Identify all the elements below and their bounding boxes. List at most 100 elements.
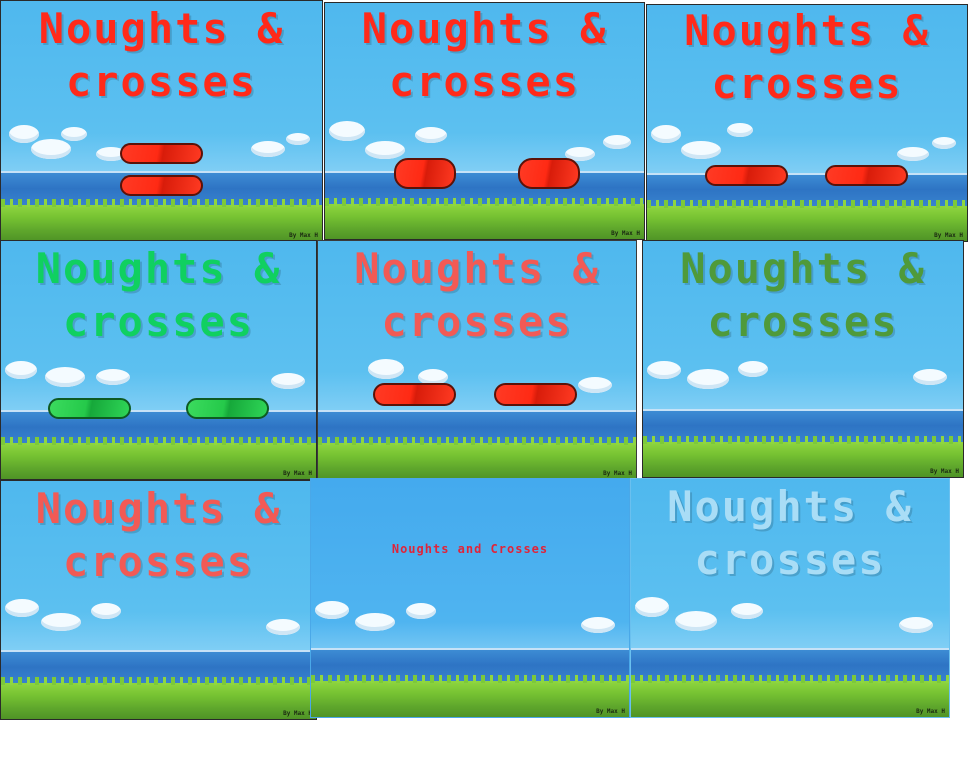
game-title: Noughts & crosses (318, 243, 636, 348)
game-title: Noughts & crosses (325, 3, 644, 108)
game-title: Noughts & crosses (643, 243, 963, 348)
menu-button-right[interactable] (186, 398, 269, 419)
cloud-icon (932, 137, 956, 149)
title-line-1: Noughts & (667, 482, 913, 531)
game-title: Noughts & crosses (1, 3, 322, 108)
title-line-1: Noughts & (35, 484, 282, 533)
title-line-1: Noughts & (354, 244, 600, 293)
cloud-icon (96, 369, 130, 385)
clouds (631, 593, 949, 653)
cloud-icon (897, 147, 929, 161)
cloud-icon (61, 127, 87, 141)
clouds (318, 355, 636, 415)
title-line-1: Noughts & (35, 244, 282, 293)
cloud-icon (271, 373, 305, 389)
clouds (643, 355, 963, 415)
cloud-icon (266, 619, 300, 635)
cloud-icon (406, 603, 436, 619)
cloud-icon (681, 141, 721, 159)
cloud-icon (675, 611, 717, 631)
cloud-icon (578, 377, 612, 393)
cloud-icon (355, 613, 395, 631)
title-screen-panel-7: Noughts & crosses By Max H (0, 480, 317, 720)
cloud-icon (651, 125, 681, 143)
title-screen-panel-2: Noughts & crosses By Max H (324, 2, 645, 240)
cloud-icon (365, 141, 405, 159)
cloud-icon (738, 361, 768, 377)
menu-button-right[interactable] (518, 158, 580, 189)
game-title: Noughts & crosses (1, 243, 316, 348)
game-title: Noughts and Crosses (391, 542, 549, 556)
cloud-icon (315, 601, 349, 619)
cloud-icon (899, 617, 933, 633)
clouds (325, 117, 644, 177)
cloud-icon (45, 367, 85, 387)
title-line-2: crosses (62, 296, 254, 346)
cloud-icon (31, 139, 71, 159)
title-line-2: crosses (388, 56, 580, 106)
cloud-icon (635, 597, 669, 617)
grass (318, 437, 636, 479)
clouds (1, 593, 316, 653)
cloud-icon (329, 121, 365, 141)
grass (1, 437, 316, 479)
title-line-2: crosses (711, 58, 903, 108)
title-screen-panel-5: Noughts & crosses By Max H (317, 240, 637, 480)
cloud-icon (368, 359, 404, 379)
cloud-icon (286, 133, 310, 145)
menu-button-right[interactable] (825, 165, 908, 186)
author-credit: By Max H (603, 470, 632, 477)
cloud-icon (91, 603, 121, 619)
game-title: Noughts & crosses (631, 481, 949, 586)
title-screen-panel-3: Noughts & crosses By Max H (646, 4, 968, 242)
cloud-icon (913, 369, 947, 385)
cloud-icon (41, 613, 81, 631)
cloud-icon (727, 123, 753, 137)
cloud-icon (9, 125, 39, 143)
author-credit: By Max H (930, 468, 959, 475)
title-line-1: Noughts & (680, 244, 926, 293)
title-screen-panel-8: Noughts and Crosses By Max H (310, 478, 630, 718)
cloud-icon (687, 369, 729, 389)
cloud-icon (581, 617, 615, 633)
author-credit: By Max H (283, 710, 312, 717)
game-title: Noughts & crosses (647, 5, 967, 110)
menu-button-bottom[interactable] (120, 175, 203, 196)
cloud-icon (647, 361, 681, 379)
author-credit: By Max H (934, 232, 963, 239)
title-screen-panel-1: Noughts & crosses By Max H (0, 0, 323, 242)
title-screen-panel-6: Noughts & crosses By Max H (642, 240, 964, 478)
game-title: Noughts & crosses (1, 483, 316, 588)
cloud-icon (603, 135, 631, 149)
cloud-icon (251, 141, 285, 157)
author-credit: By Max H (916, 708, 945, 715)
clouds (311, 593, 629, 653)
grass (647, 199, 967, 241)
author-credit: By Max H (289, 232, 318, 239)
title-screen-panel-4: Noughts & crosses By Max H (0, 240, 317, 480)
menu-button-left[interactable] (705, 165, 788, 186)
grass (1, 677, 316, 719)
cloud-icon (5, 361, 37, 379)
grass (643, 435, 963, 477)
title-line-2: crosses (694, 534, 886, 584)
author-credit: By Max H (596, 708, 625, 715)
grass (325, 197, 644, 239)
title-line-1: Noughts & (361, 4, 608, 53)
menu-button-left[interactable] (48, 398, 131, 419)
title-line-2: crosses (62, 536, 254, 586)
menu-button-left[interactable] (394, 158, 456, 189)
title-screen-panel-9: Noughts & crosses By Max H (630, 478, 950, 718)
cloud-icon (415, 127, 447, 143)
menu-button-top[interactable] (120, 143, 203, 164)
title-line-2: crosses (381, 296, 573, 346)
cloud-icon (731, 603, 763, 619)
title-line-2: crosses (65, 56, 257, 106)
grass (1, 199, 322, 241)
clouds (647, 119, 967, 179)
grass (631, 675, 949, 717)
title-line-1: Noughts & (38, 4, 285, 53)
menu-button-left[interactable] (373, 383, 456, 406)
menu-button-right[interactable] (494, 383, 577, 406)
grass (311, 675, 629, 717)
